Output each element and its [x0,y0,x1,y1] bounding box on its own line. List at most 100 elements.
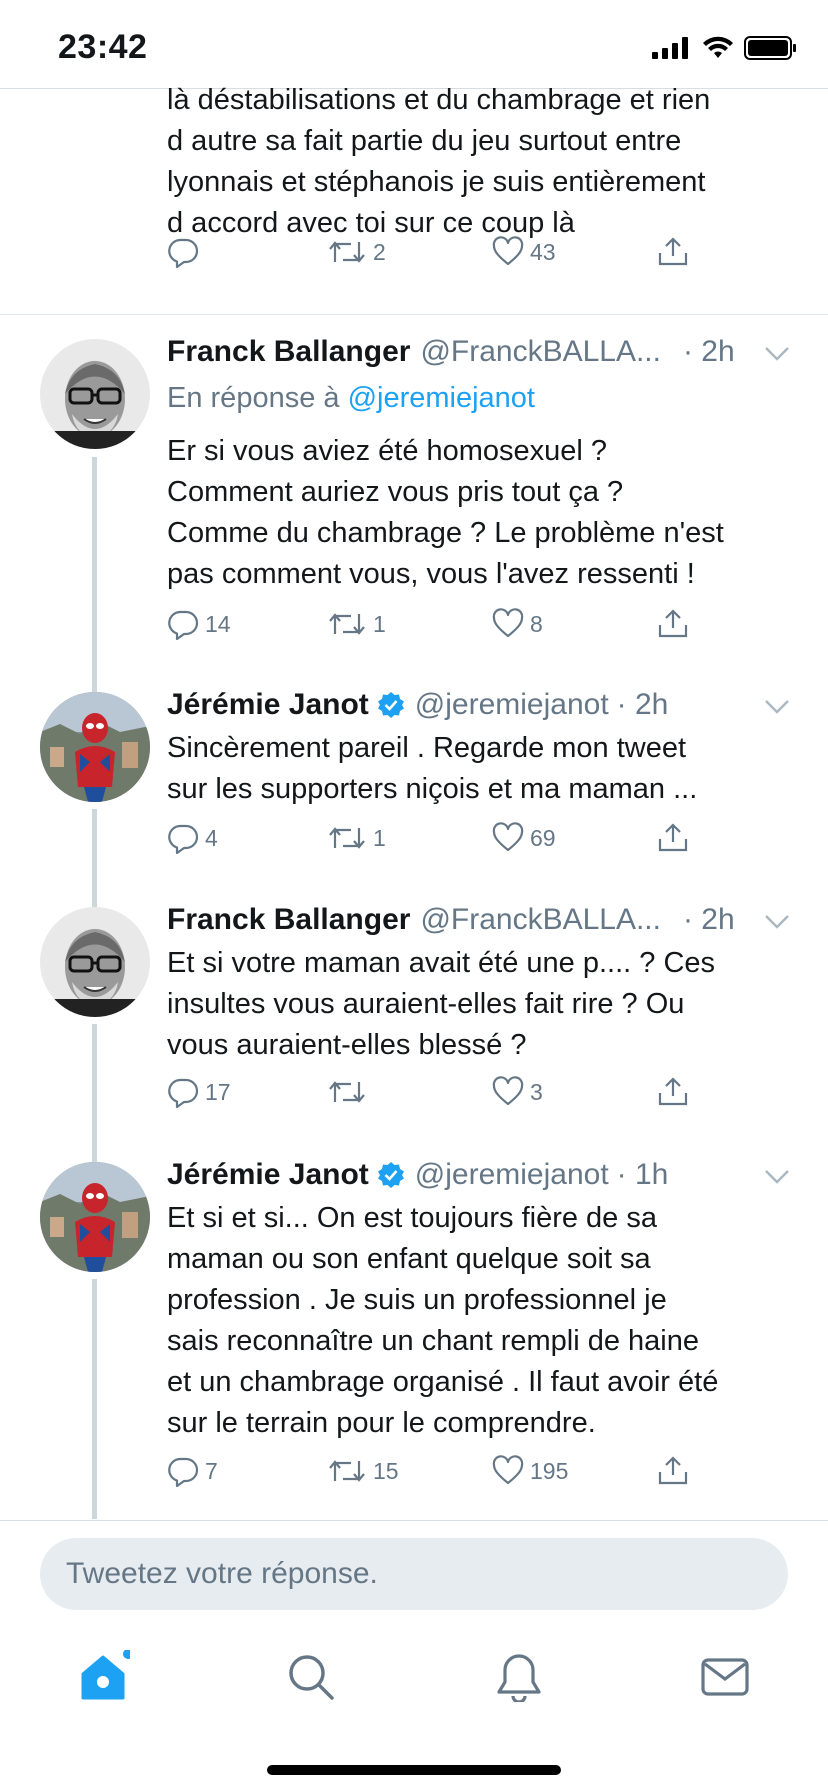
tweet-header: Jérémie Janot @jeremiejanot · 2h [167,685,787,725]
verified-badge-icon [377,691,405,719]
chevron-down-icon[interactable] [764,914,790,930]
like-button[interactable]: 8 [492,608,543,640]
tweet-actions: 2 43 [167,236,707,276]
share-button[interactable] [657,1076,689,1108]
battery-icon [744,36,796,60]
tweet-divider [0,314,828,315]
tweet-text: Sincèrement pareil . Regarde mon tweet s… [167,732,698,805]
like-count: 3 [530,1078,543,1105]
like-count: 43 [530,238,556,265]
share-icon [657,608,689,640]
tweet-actions: 17 3 [167,1076,707,1116]
reply-icon [167,1076,199,1108]
retweet-count: 2 [373,238,386,265]
avatar[interactable] [40,1162,150,1272]
share-icon [657,1076,689,1108]
notifications-icon [497,1654,541,1702]
avatar[interactable] [40,692,150,802]
share-icon [657,822,689,854]
author-handle[interactable]: @jeremiejanot [415,685,609,725]
like-button[interactable]: 43 [492,236,556,268]
author-name[interactable]: Franck Ballanger [167,900,410,940]
tweet-time: · 2h [682,903,735,936]
wifi-icon [703,36,733,58]
tweet-text: là déstabilisations et du chambrage et r… [167,84,711,239]
like-button[interactable]: 3 [492,1076,543,1108]
search-icon [289,1655,334,1700]
heart-icon [492,236,524,268]
author-name[interactable]: Jérémie Janot [167,1155,369,1195]
reply-button[interactable] [167,236,205,268]
reply-count: 14 [205,610,231,637]
status-icons [652,36,798,60]
chevron-down-icon[interactable] [764,1169,790,1185]
composer-divider [0,1520,828,1521]
heart-icon [492,822,524,854]
retweet-button[interactable]: 2 [327,236,386,268]
reply-count: 17 [205,1078,231,1105]
home-icon [81,1650,130,1700]
tweet-time: · 2h [616,688,669,721]
reply-composer[interactable] [40,1538,788,1610]
author-handle[interactable]: @FranckBALLA... [420,900,661,940]
reply-button[interactable]: 7 [167,1455,218,1487]
share-button[interactable] [657,236,689,268]
share-button[interactable] [657,1455,689,1487]
retweet-icon [327,608,367,640]
tweet-text: Er si vous aviez été homosexuel ? Commen… [167,435,724,590]
retweet-button[interactable]: 1 [327,608,386,640]
tab-messages[interactable] [690,1642,760,1712]
avatar[interactable] [40,907,150,1017]
tweet-text: Et si et si... On est toujours fière de … [167,1202,719,1439]
author-name[interactable]: Jérémie Janot [167,685,369,725]
retweet-icon [327,236,367,268]
tweet-header: Franck Ballanger @FranckBALLA... · 2h [167,900,787,940]
tweet-time: · 2h [682,335,735,368]
reply-count: 4 [205,824,218,851]
verified-badge-icon [377,1161,405,1189]
tweet-actions: 14 1 8 [167,608,707,648]
like-count: 195 [530,1457,569,1484]
retweet-count: 1 [373,610,386,637]
reply-icon [167,608,199,640]
reply-icon [167,236,199,268]
retweet-button[interactable]: 1 [327,822,386,854]
retweet-button[interactable]: 15 [327,1455,399,1487]
chevron-down-icon[interactable] [764,346,790,362]
author-name[interactable]: Franck Ballanger [167,332,410,372]
messages-icon [701,1658,749,1696]
retweet-icon [327,822,367,854]
tweet-actions: 7 15 195 [167,1455,707,1495]
reply-icon [167,1455,199,1487]
share-button[interactable] [657,822,689,854]
heart-icon [492,608,524,640]
retweet-count: 1 [373,824,386,851]
reply-icon [167,822,199,854]
tab-search[interactable] [276,1642,346,1712]
author-handle[interactable]: @jeremiejanot [415,1155,609,1195]
like-button[interactable]: 195 [492,1455,568,1487]
reply-input[interactable] [40,1538,746,1610]
author-handle[interactable]: @FranckBALLA... [420,332,661,372]
tweet-actions: 4 1 69 [167,822,707,862]
reply-prefix: En réponse à [167,382,340,414]
reply-button[interactable]: 17 [167,1076,231,1108]
tweet-text: Et si votre maman avait été une p.... ? … [167,947,716,1061]
retweet-button[interactable] [327,1076,373,1108]
tweet-time: · 1h [616,1158,669,1191]
share-icon [657,1455,689,1487]
like-button[interactable]: 69 [492,822,556,854]
signal-icon [652,37,688,59]
reply-button[interactable]: 14 [167,608,231,640]
reply-button[interactable]: 4 [167,822,218,854]
tweet-header: Franck Ballanger @FranckBALLA... · 2h [167,332,787,372]
share-button[interactable] [657,608,689,640]
reply-to-link[interactable]: @jeremiejanot [348,382,535,414]
avatar[interactable] [40,339,150,449]
tab-home[interactable] [68,1642,138,1712]
like-count: 69 [530,824,556,851]
tab-notifications[interactable] [484,1642,554,1712]
home-indicator[interactable] [267,1765,561,1775]
chevron-down-icon[interactable] [764,699,790,715]
reply-context: En réponse à @jeremiejanot [167,378,535,418]
